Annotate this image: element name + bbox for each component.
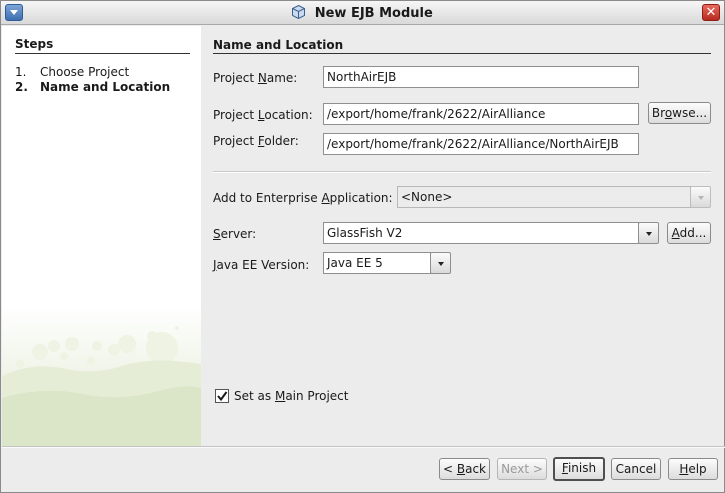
project-location-field[interactable]: /export/home/frank/2622/AirAlliance [323,103,639,125]
chevron-down-icon[interactable] [638,222,659,244]
back-button[interactable]: < Back [439,458,490,480]
chevron-down-icon[interactable] [690,186,711,208]
panel-divider [213,53,711,54]
project-name-label: Project Name: [213,71,298,85]
java-ee-version-label: Java EE Version: [213,258,310,272]
project-folder-field[interactable]: /export/home/frank/2622/AirAlliance/Nort… [323,133,639,155]
dialog-window: New EJB Module ✕ Steps 1. Choose Project … [0,0,725,493]
help-button[interactable]: Help [668,458,718,480]
title-bar: New EJB Module ✕ [1,1,724,25]
button-bar-divider [2,446,725,448]
step-item-name-and-location: 2. Name and Location [15,80,171,94]
server-label: Server: [213,227,257,241]
separator [213,171,711,173]
netbeans-cube-icon [292,5,306,19]
steps-divider [15,53,190,54]
steps-panel: Steps 1. Choose Project 2. Name and Locati… [2,26,201,446]
add-server-button[interactable]: Add... [667,222,711,244]
java-ee-version-combo[interactable]: Java EE 5 [323,252,453,274]
main-project-checkbox[interactable] [215,389,229,403]
java-ee-version-value: Java EE 5 [323,252,431,274]
window-title: New EJB Module [314,6,433,21]
close-window-icon[interactable]: ✕ [702,4,720,21]
steps-heading: Steps [15,37,54,51]
project-location-label: Project Location: [213,108,313,122]
name-and-location-panel: Name and Location Project Name: NorthAir… [201,26,724,446]
checkmark-icon [217,391,228,402]
next-button[interactable]: Next > [497,458,547,480]
enterprise-application-value: <None> [397,186,691,208]
enterprise-application-label: Add to Enterprise Application: [213,191,393,205]
server-combo[interactable]: GlassFish V2 [323,222,660,244]
project-name-field[interactable]: NorthAirEJB [323,66,639,88]
enterprise-application-combo[interactable]: <None> [397,186,712,208]
finish-button[interactable]: Finish [553,457,605,481]
browse-button[interactable]: Browse... [648,102,711,124]
cancel-button[interactable]: Cancel [611,458,661,480]
step-item-choose-project: 1. Choose Project [15,65,130,79]
chevron-down-icon[interactable] [430,252,451,274]
decorative-bubbles-graphic [2,306,201,446]
main-project-label[interactable]: Set as Main Project [234,389,348,403]
project-folder-label: Project Folder: [213,134,299,148]
server-value: GlassFish V2 [323,222,639,244]
panel-heading: Name and Location [213,38,344,52]
